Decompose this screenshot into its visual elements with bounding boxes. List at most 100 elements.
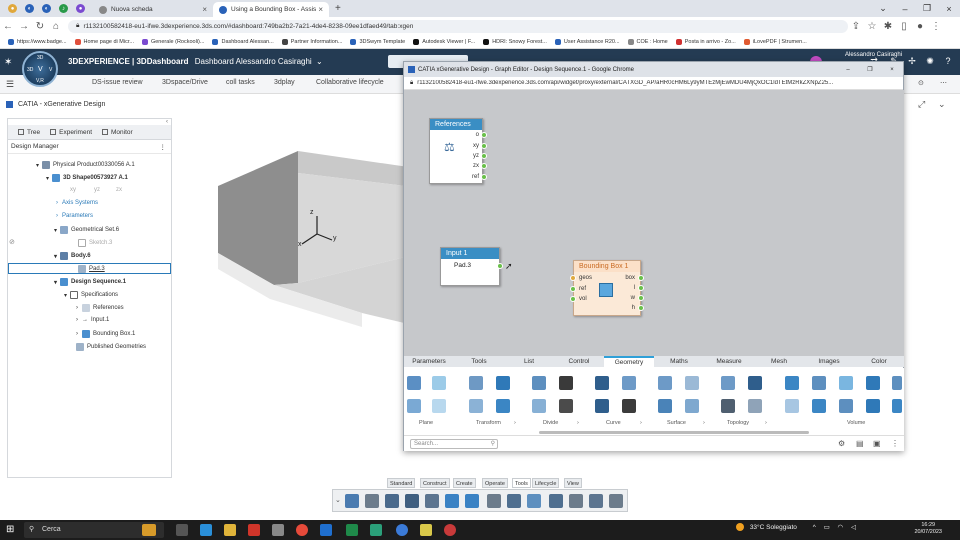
volume-tool-icon[interactable]	[892, 376, 902, 390]
output-dot[interactable]	[638, 275, 644, 281]
hamburger-icon[interactable]: ☰	[6, 79, 14, 90]
port-box[interactable]: box	[625, 275, 644, 281]
tool-icon[interactable]	[425, 494, 439, 508]
windows-start-icon[interactable]: ⊞	[6, 524, 14, 535]
curve-tool-icon[interactable]	[622, 399, 636, 413]
taskbar-app-icon[interactable]	[444, 524, 456, 536]
port-w[interactable]: w	[631, 295, 644, 301]
redo-icon[interactable]	[465, 494, 479, 508]
surface-tool-icon[interactable]	[685, 376, 699, 390]
volume-tool-icon[interactable]	[812, 376, 826, 390]
surface-tool-icon[interactable]	[658, 399, 672, 413]
tab-active[interactable]: Using a Bounding Box - Assisten ×	[213, 2, 329, 17]
tab-new[interactable]: Nuova scheda ×	[93, 2, 213, 17]
bookmark[interactable]: Generale (Rockooli)...	[141, 38, 204, 45]
port-o[interactable]: o	[476, 132, 487, 138]
lib-tab-measure[interactable]: Measure	[704, 356, 754, 367]
tab-experiment[interactable]: Experiment	[50, 129, 92, 136]
port-ref[interactable]: ref	[570, 286, 586, 292]
tool-icon[interactable]	[589, 494, 603, 508]
plane-tool-icon[interactable]	[432, 376, 446, 390]
minimize-icon[interactable]: –	[837, 67, 859, 73]
tab-purple-icon[interactable]: ●	[76, 4, 85, 13]
chevron-right-icon[interactable]: ›	[765, 420, 767, 426]
output-dot[interactable]	[481, 132, 487, 138]
reload-icon[interactable]: ↻	[32, 21, 48, 32]
tree-node-axis-systems[interactable]: › Axis Systems	[56, 200, 98, 206]
more-icon[interactable]: ⋮	[160, 143, 167, 151]
sidepanel-icon[interactable]: ▯	[896, 21, 912, 32]
group-transform[interactable]: Transform	[476, 420, 501, 426]
taskbar-app-icon[interactable]	[248, 524, 260, 536]
chevron-right-icon[interactable]: ›	[703, 420, 705, 426]
tool-icon[interactable]	[609, 494, 623, 508]
profile-icon[interactable]: ●	[8, 4, 17, 13]
transform-tool-icon[interactable]	[496, 376, 510, 390]
chevron-right-icon[interactable]: ›	[76, 317, 78, 323]
bookmark[interactable]: https://www.badge...	[8, 38, 67, 45]
transform-tool-icon[interactable]	[469, 376, 483, 390]
node-bounding-box[interactable]: Bounding Box 1 geos ref vol box l w h	[570, 260, 644, 316]
divide-tool-icon[interactable]	[559, 376, 573, 390]
tool-icon[interactable]	[405, 494, 419, 508]
divide-tool-icon[interactable]	[559, 399, 573, 413]
close-icon[interactable]: ×	[202, 5, 207, 14]
tree-node-design-sequence[interactable]: ▾ Design Sequence.1	[54, 278, 126, 286]
compass-icon[interactable]: 3D 3D V V V,R	[22, 51, 58, 87]
collapse-arrow-icon[interactable]: ▾	[36, 162, 39, 169]
topology-tool-icon[interactable]	[748, 399, 762, 413]
output-dot[interactable]	[481, 153, 487, 159]
tab-search-icon[interactable]: ⌄	[872, 3, 894, 14]
output-dot[interactable]	[638, 285, 644, 291]
tree-node-specifications[interactable]: ▾ Specifications	[64, 291, 118, 299]
expand-icon[interactable]: ⤢	[918, 99, 925, 110]
horizontal-scrollbar[interactable]	[539, 431, 809, 434]
transform-tool-icon[interactable]	[496, 399, 510, 413]
tab-coll-tasks[interactable]: coll tasks	[226, 79, 255, 86]
chevron-right-icon[interactable]: ›	[577, 420, 579, 426]
chevron-right-icon[interactable]: ›	[76, 305, 78, 311]
taskbar-app-icon[interactable]	[370, 524, 382, 536]
action-tab-tools[interactable]: Tools	[512, 478, 531, 488]
lib-tab-geometry[interactable]: Geometry	[604, 356, 654, 367]
popup-url-bar[interactable]: 🔒︎ r1132100582418-eu1-ifwe.3dexperience.…	[404, 77, 903, 90]
wifi-icon[interactable]: ◠	[838, 524, 844, 531]
group-divide[interactable]: Divide	[543, 420, 558, 426]
volume-tool-icon[interactable]	[892, 399, 902, 413]
lib-tab-mesh[interactable]: Mesh	[754, 356, 804, 367]
plane-yz[interactable]: yz	[94, 187, 100, 193]
tree-node-published-geometries[interactable]: Published Geometries	[76, 343, 146, 351]
output-dot[interactable]	[481, 174, 487, 180]
surface-tool-icon[interactable]	[658, 376, 672, 390]
home-icon[interactable]: ⌂	[48, 21, 64, 32]
collapse-arrow-icon[interactable]: ▾	[46, 175, 49, 182]
close-window-icon[interactable]: ×	[938, 4, 960, 14]
collapse-arrow-icon[interactable]: ▾	[54, 227, 57, 234]
library-search-input[interactable]: Search... ⚲	[410, 439, 498, 449]
tool-icon[interactable]	[549, 494, 563, 508]
plane-tool-icon[interactable]	[432, 399, 446, 413]
more-icon[interactable]: ⋮	[891, 439, 899, 448]
url-input[interactable]: 🔒︎ r1132100582418-eu1-ifwe.3dexperience.…	[68, 19, 848, 33]
bookmark[interactable]: COE : Home	[627, 38, 668, 45]
topology-tool-icon[interactable]	[748, 376, 762, 390]
share-icon[interactable]: ⇪	[848, 21, 864, 32]
tray-icon[interactable]: ▭	[824, 524, 830, 531]
file-explorer-icon[interactable]	[224, 524, 236, 536]
forward-icon[interactable]: →	[16, 21, 32, 32]
home-icon[interactable]	[345, 494, 359, 508]
action-tab-create[interactable]: Create	[453, 478, 476, 488]
restore-icon[interactable]: ❐	[916, 3, 938, 14]
tab-green-icon[interactable]: ♪	[59, 4, 68, 13]
group-plane[interactable]: Plane	[419, 420, 433, 426]
bookmark[interactable]: HDRI: Snowy Forest...	[483, 38, 547, 45]
lib-tab-color[interactable]: Color	[854, 356, 904, 367]
apps-icon[interactable]: ✢	[906, 56, 918, 68]
action-tab-view[interactable]: View	[564, 478, 582, 488]
lib-tab-tools[interactable]: Tools	[454, 356, 504, 367]
volume-tool-icon[interactable]	[785, 376, 799, 390]
chevron-right-icon[interactable]: ›	[56, 213, 58, 219]
port-xy[interactable]: xy	[473, 143, 487, 149]
group-topology[interactable]: Topology	[727, 420, 749, 426]
tree-node-geometrical-set[interactable]: ▾ Geometrical Set.6	[54, 226, 119, 234]
